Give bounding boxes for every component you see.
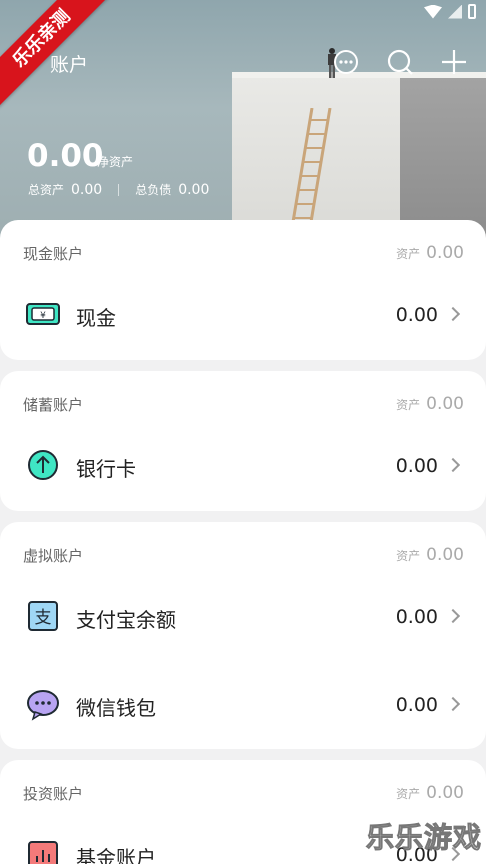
- svg-text:¥: ¥: [40, 311, 46, 321]
- account-row-alipay[interactable]: 支 支付宝余额 0.00: [0, 574, 486, 662]
- section-asset: 资产 0.00: [396, 394, 464, 414]
- battery-icon: [468, 4, 476, 19]
- wall-side-decoration: [400, 78, 486, 240]
- search-icon[interactable]: [386, 48, 414, 76]
- svg-text:支: 支: [35, 608, 52, 628]
- section-asset: 资产 0.00: [396, 783, 464, 803]
- net-worth-value: 0.00: [27, 138, 104, 174]
- header-banner: 账户 0.00 净资产 总资产 0.00 总负债 0.00: [0, 0, 486, 240]
- cash-account-card: 现金账户 资产 0.00 ¥ 现金 0.00: [0, 220, 486, 360]
- account-value: 0.00: [395, 694, 438, 716]
- account-row-bank-card[interactable]: 银行卡 0.00: [0, 423, 486, 511]
- account-label: 银行卡: [76, 457, 136, 481]
- total-liabilities-value: 0.00: [178, 181, 210, 198]
- section-title: 投资账户: [23, 785, 84, 803]
- section-title: 虚拟账户: [23, 547, 84, 565]
- wifi-icon: [424, 4, 442, 19]
- account-row-wechat[interactable]: 微信钱包 0.00: [0, 662, 486, 750]
- wechat-icon: [27, 690, 59, 721]
- account-value: 0.00: [395, 455, 438, 477]
- section-asset-value: 0.00: [426, 783, 464, 803]
- section-asset-label: 资产: [396, 787, 421, 801]
- total-assets-value: 0.00: [71, 181, 103, 198]
- total-assets-label: 总资产: [28, 183, 65, 197]
- section-asset-label: 资产: [396, 549, 421, 563]
- cash-icon: ¥: [26, 303, 60, 325]
- status-bar: [424, 4, 476, 19]
- section-asset-value: 0.00: [426, 394, 464, 414]
- chevron-right-icon: [445, 457, 461, 473]
- net-worth-label: 净资产: [97, 155, 134, 169]
- top-bar: 账户: [0, 42, 486, 82]
- add-icon[interactable]: [440, 48, 468, 76]
- savings-account-card: 储蓄账户 资产 0.00 银行卡 0.00: [0, 371, 486, 511]
- summary-divider: [118, 183, 120, 196]
- account-label: 现金: [76, 306, 116, 330]
- section-title: 储蓄账户: [23, 396, 84, 414]
- ladder-illustration: [290, 108, 332, 228]
- more-icon[interactable]: [332, 48, 360, 76]
- bank-card-icon: [28, 450, 58, 480]
- section-asset: 资产 0.00: [396, 243, 464, 263]
- account-label: 基金账户: [76, 846, 156, 864]
- section-asset-label: 资产: [396, 398, 421, 412]
- fund-icon: [28, 841, 58, 864]
- section-title: 现金账户: [23, 245, 84, 263]
- account-row-cash[interactable]: ¥ 现金 0.00: [0, 272, 486, 360]
- asset-summary: 总资产 0.00 总负债 0.00: [28, 181, 209, 198]
- account-value: 0.00: [395, 606, 438, 628]
- section-asset: 资产 0.00: [396, 545, 464, 565]
- chevron-right-icon: [445, 696, 461, 712]
- account-value: 0.00: [395, 304, 438, 326]
- account-label: 支付宝余额: [76, 608, 176, 632]
- signal-icon: [448, 4, 462, 19]
- section-asset-value: 0.00: [426, 243, 464, 263]
- virtual-account-card: 虚拟账户 资产 0.00 支 支付宝余额 0.00 微信钱包 0.00: [0, 522, 486, 749]
- alipay-icon: 支: [28, 601, 58, 631]
- watermark-logo: 乐乐游戏: [365, 821, 482, 855]
- section-asset-value: 0.00: [426, 545, 464, 565]
- total-liabilities-label: 总负债: [135, 183, 172, 197]
- section-asset-label: 资产: [396, 247, 421, 261]
- chevron-right-icon: [445, 608, 461, 624]
- page-title: 账户: [50, 54, 89, 76]
- chevron-right-icon: [445, 306, 461, 322]
- account-label: 微信钱包: [76, 696, 156, 720]
